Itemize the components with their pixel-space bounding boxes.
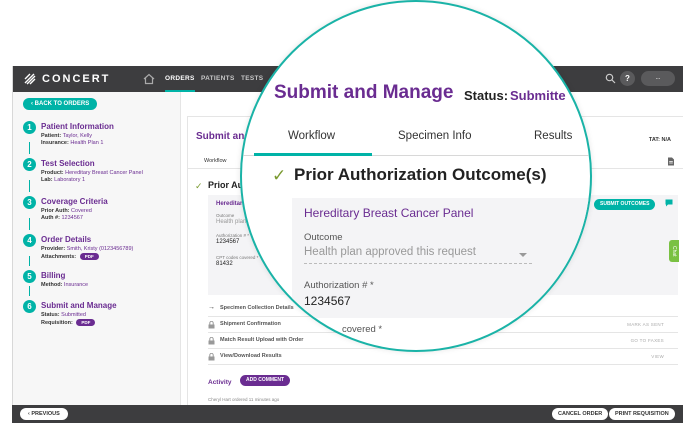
tat-label: TAT: N/A — [648, 137, 671, 143]
zoom-tab-workflow[interactable]: Workflow — [288, 130, 335, 142]
checkmark-icon: ✓ — [272, 166, 287, 185]
step-title: Submit and Manage — [41, 301, 117, 310]
search-icon[interactable] — [605, 73, 616, 84]
step-detail: Lab: Laboratory 1 — [41, 177, 86, 183]
step-detail: Insurance: Health Plan 1 — [41, 140, 104, 146]
back-to-orders-label: BACK TO ORDERS — [34, 101, 90, 107]
step-detail: Auth #: 1234567 — [41, 215, 83, 221]
step-detail: Provider: Smith, Kristy (0123456789) — [41, 246, 134, 252]
activity-entry: Cheryl Hart ordered 11 minutes ago — [208, 397, 280, 402]
help-icon[interactable]: ? — [620, 71, 635, 86]
comment-icon[interactable] — [665, 199, 673, 207]
zoom-page-title: Submit and Manage — [274, 82, 454, 103]
row-label: Match Result Upload with Order — [220, 337, 304, 343]
zoom-authorization-value[interactable]: 1234567 — [304, 294, 351, 308]
bottom-bar: ‹ PREVIOUS CANCEL ORDER PRINT REQUISITIO… — [12, 405, 683, 423]
step-number: 1 — [23, 121, 36, 134]
prior-auth-heading: Prior Au — [208, 180, 244, 190]
print-requisition-button[interactable]: PRINT REQUISITION — [609, 408, 675, 420]
step-connector — [29, 180, 30, 192]
chevron-down-icon — [519, 253, 527, 257]
zoom-prior-auth-panel: Hereditary Breast Cancer Panel Outcome H… — [292, 198, 590, 318]
zoom-status-value: Submitte — [510, 88, 566, 103]
checkmark-icon: ✓ — [195, 181, 203, 191]
zoom-outcome-label: Outcome — [304, 232, 343, 243]
view-results-row[interactable]: View/Download Results VIEW — [208, 349, 678, 365]
step-title: Order Details — [41, 235, 92, 244]
step-number: 5 — [23, 270, 36, 283]
home-icon[interactable] — [143, 73, 155, 85]
outcome-label: Outcome — [216, 213, 235, 218]
zoom-tab-results[interactable]: Results — [534, 130, 572, 142]
step-detail: Product: Hereditary Breast Cancer Panel — [41, 170, 143, 176]
magnifier-zoom: Submit and Manage Status: Submitte Workf… — [240, 0, 592, 352]
view-link[interactable]: VIEW — [651, 354, 664, 359]
go-to-faxes-link[interactable]: GO TO FAXES — [631, 338, 664, 343]
zoom-tab-specimen-info[interactable]: Specimen Info — [398, 130, 472, 142]
nav-tab-orders[interactable]: ORDERS — [165, 66, 195, 92]
user-menu-button[interactable]: ... — [641, 71, 675, 86]
chat-tab[interactable]: Chat — [669, 240, 679, 262]
step-number: 4 — [23, 234, 36, 247]
progress-sidebar: ‹ BACK TO ORDERS 1 Patient Information P… — [13, 92, 181, 423]
step-connector — [29, 256, 30, 266]
submit-outcomes-button[interactable]: SUBMIT OUTCOMES — [594, 199, 656, 210]
step-detail: Requisition: PDF — [41, 319, 96, 326]
step-number: 6 — [23, 300, 36, 313]
zoom-cpt-label: covered * — [342, 324, 383, 335]
zoom-outcome-select[interactable]: Health plan approved this request — [304, 246, 532, 264]
step-detail: Patient: Taylor, Kelly — [41, 133, 93, 139]
cpt-codes-value[interactable]: 81432 — [216, 261, 233, 267]
cpt-codes-label: CPT codes covered * — [216, 255, 259, 260]
add-comment-button[interactable]: ADD COMMENT — [240, 375, 291, 386]
step-title: Coverage Criteria — [41, 197, 108, 206]
step-detail: Method: Insurance — [41, 282, 89, 288]
logo-text: CONCERT — [42, 73, 111, 85]
step-connector — [29, 218, 30, 230]
active-tab-underline — [254, 153, 372, 156]
nav-tab-patients[interactable]: PATIENTS — [201, 66, 235, 92]
previous-button[interactable]: ‹ PREVIOUS — [20, 408, 68, 420]
authorization-label: Authorization # * — [216, 233, 250, 238]
document-icon[interactable] — [667, 157, 675, 166]
zoom-status-label: Status: — [464, 88, 509, 103]
step-connector — [29, 142, 30, 154]
authorization-value[interactable]: 1234567 — [216, 239, 239, 245]
arrow-right-icon: → — [208, 304, 215, 311]
step-connector — [29, 286, 30, 296]
attachments-badge[interactable]: PDF — [79, 253, 99, 260]
zoom-panel-name: Hereditary Breast Cancer Panel — [304, 206, 474, 220]
step-detail: Attachments: PDF — [41, 253, 99, 260]
zoom-outcome-value: Health plan approved this request — [304, 246, 476, 258]
lock-icon — [208, 321, 215, 329]
row-label: Specimen Collection Details — [220, 305, 294, 311]
tab-workflow[interactable]: Workflow — [204, 158, 227, 164]
step-detail: Status: Submitted — [41, 312, 86, 318]
back-to-orders-button[interactable]: ‹ BACK TO ORDERS — [23, 98, 98, 110]
zoom-tabs: Workflow Specimen Info Results — [242, 120, 590, 156]
step-title: Patient Information — [41, 122, 114, 131]
activity-heading: Activity — [208, 379, 232, 386]
step-number: 3 — [23, 196, 36, 209]
step-detail: Prior Auth: Covered — [41, 208, 92, 214]
user-menu-dots: ... — [655, 75, 661, 81]
requisition-badge[interactable]: PDF — [76, 319, 96, 326]
logo-icon — [24, 73, 36, 85]
logo[interactable]: CONCERT — [23, 72, 110, 86]
row-label: Shipment Confirmation — [220, 321, 281, 327]
row-label: View/Download Results — [220, 353, 282, 359]
lock-icon — [208, 337, 215, 345]
previous-label: PREVIOUS — [31, 411, 60, 417]
mark-as-sent-link[interactable]: MARK AS SENT — [627, 322, 664, 327]
zoom-prior-auth-heading: Prior Authorization Outcome(s) — [294, 165, 547, 184]
step-number: 2 — [23, 158, 36, 171]
zoom-authorization-label: Authorization # * — [304, 280, 374, 291]
step-title: Billing — [41, 271, 66, 280]
lock-icon — [208, 353, 215, 361]
outcome-value[interactable]: Health plan — [216, 219, 246, 225]
step-title: Test Selection — [41, 159, 95, 168]
nav-tab-tests[interactable]: TESTS — [241, 66, 263, 92]
cancel-order-button[interactable]: CANCEL ORDER — [552, 408, 609, 420]
